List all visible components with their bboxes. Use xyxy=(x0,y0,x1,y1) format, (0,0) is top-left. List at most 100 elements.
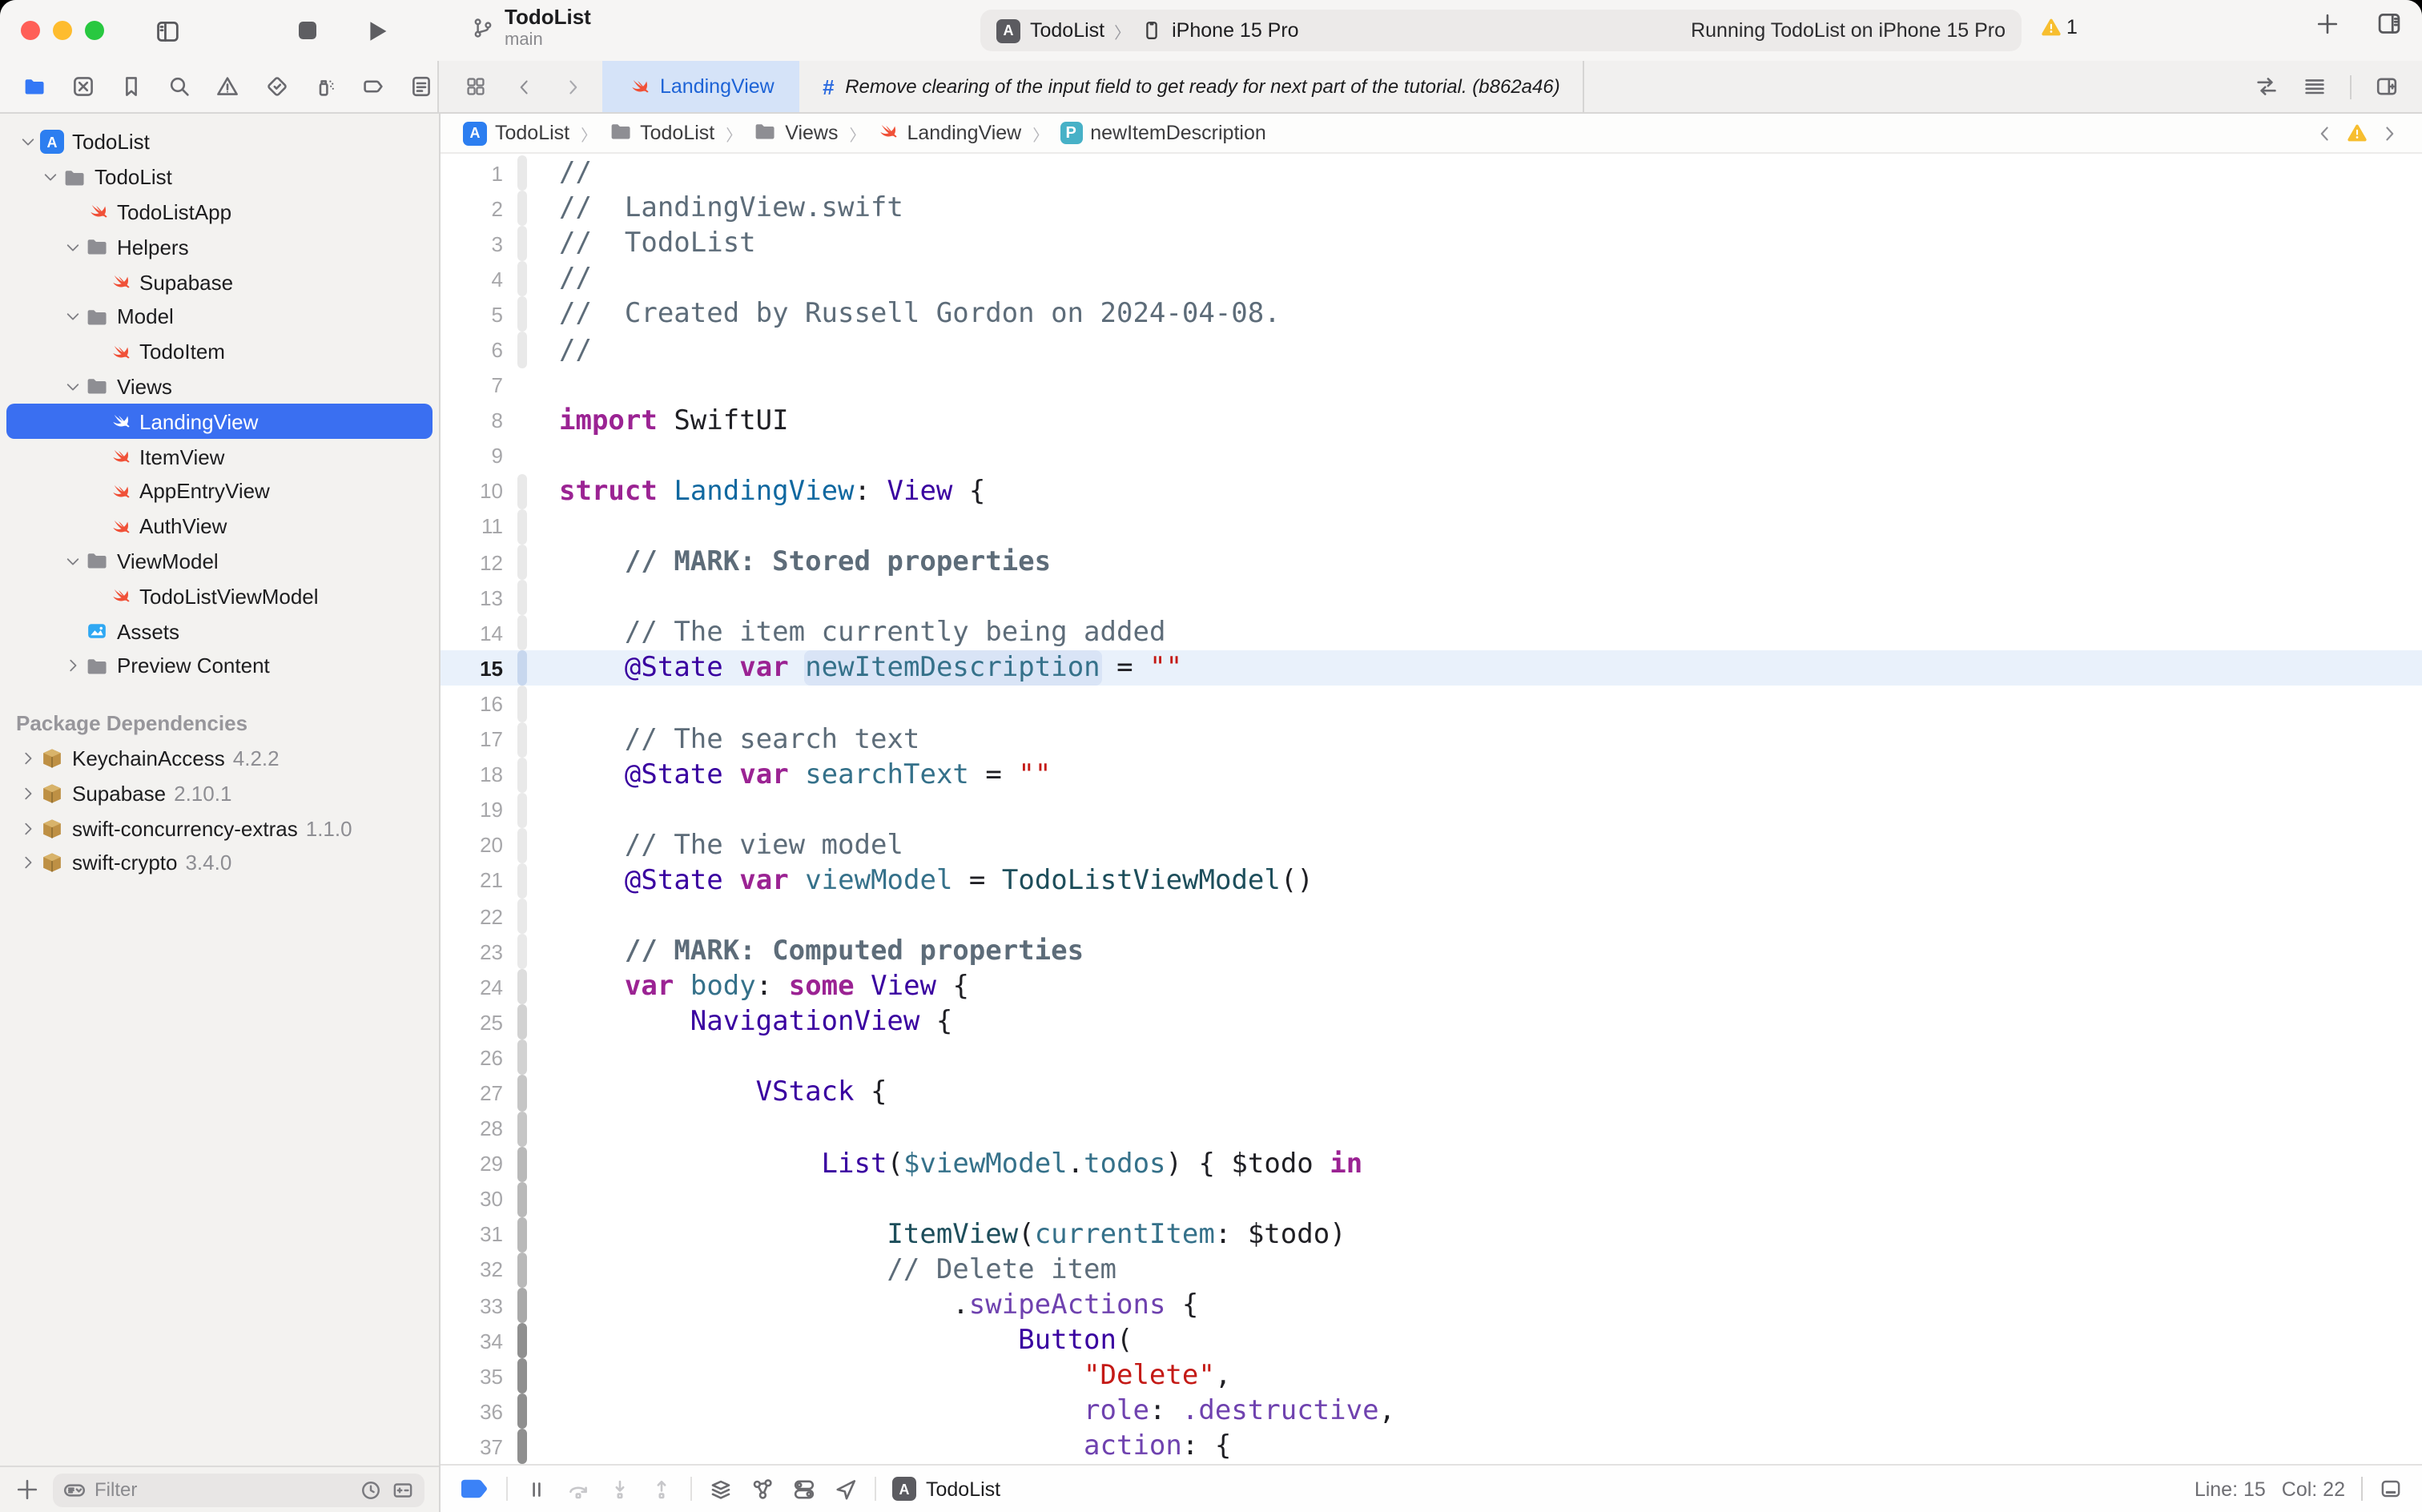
adjust-editor-options-icon[interactable] xyxy=(2302,74,2327,99)
recent-files-icon[interactable] xyxy=(359,1478,383,1502)
fold-ribbon[interactable] xyxy=(517,1358,527,1393)
fold-ribbon[interactable] xyxy=(517,792,527,827)
disclosure-chevron[interactable] xyxy=(16,784,38,802)
code-line-8[interactable]: 8import SwiftUI xyxy=(441,403,2422,438)
line-number[interactable]: 20 xyxy=(441,834,517,858)
fold-ribbon[interactable] xyxy=(517,1288,527,1323)
line-number[interactable]: 2 xyxy=(441,196,517,220)
fold-ribbon[interactable] xyxy=(517,580,527,615)
line-number[interactable]: 21 xyxy=(441,869,517,893)
code-line-30[interactable]: 30 xyxy=(441,1181,2422,1216)
code-line-9[interactable]: 9 xyxy=(441,439,2422,474)
zoom-button[interactable] xyxy=(85,21,104,40)
add-file-button[interactable] xyxy=(14,1477,40,1502)
code-line-22[interactable]: 22 xyxy=(441,899,2422,934)
tests-navigator-icon[interactable] xyxy=(261,67,292,106)
disclosure-chevron[interactable] xyxy=(16,750,38,767)
line-number[interactable]: 32 xyxy=(441,1258,517,1282)
line-number[interactable]: 37 xyxy=(441,1435,517,1459)
code-line-25[interactable]: 25 NavigationView { xyxy=(441,1005,2422,1040)
tree-item-todolist[interactable]: ATodoList xyxy=(6,125,432,160)
disclosure-chevron[interactable] xyxy=(61,308,83,326)
line-number[interactable]: 27 xyxy=(441,1081,517,1105)
code-line-1[interactable]: 1// xyxy=(441,155,2422,191)
code-line-11[interactable]: 11 xyxy=(441,509,2422,545)
package-item-keychainaccess[interactable]: KeychainAccess4.2.2 xyxy=(6,741,432,776)
fold-ribbon[interactable] xyxy=(517,368,527,403)
code-line-2[interactable]: 2// LandingView.swift xyxy=(441,191,2422,226)
line-number[interactable]: 11 xyxy=(441,515,517,539)
toggle-inspector-icon[interactable] xyxy=(2376,10,2403,37)
tree-item-appentryview[interactable]: AppEntryView xyxy=(6,474,432,509)
issues-navigator-icon[interactable] xyxy=(213,67,243,106)
fold-ribbon[interactable] xyxy=(517,1253,527,1288)
fold-ribbon[interactable] xyxy=(517,155,527,191)
fold-ribbon[interactable] xyxy=(517,863,527,899)
code-line-31[interactable]: 31 ItemView(currentItem: $todo) xyxy=(441,1217,2422,1253)
fold-ribbon[interactable] xyxy=(517,828,527,863)
line-number[interactable]: 15 xyxy=(441,657,517,681)
line-number[interactable]: 23 xyxy=(441,939,517,963)
fold-ribbon[interactable] xyxy=(517,1076,527,1111)
tree-item-todolist[interactable]: TodoList xyxy=(6,160,432,195)
fold-ribbon[interactable] xyxy=(517,1111,527,1146)
disclosure-chevron[interactable] xyxy=(38,168,61,186)
add-editor-tab-button[interactable] xyxy=(2315,10,2340,36)
code-line-21[interactable]: 21 @State var viewModel = TodoListViewMo… xyxy=(441,863,2422,899)
tree-item-landingview[interactable]: LandingView xyxy=(6,404,432,440)
stop-button[interactable] xyxy=(287,10,328,51)
tree-item-todolistapp[interactable]: TodoListApp xyxy=(6,195,432,230)
fold-ribbon[interactable] xyxy=(517,509,527,545)
line-number[interactable]: 28 xyxy=(441,1116,517,1140)
code-line-17[interactable]: 17 // The search text xyxy=(441,722,2422,757)
code-line-24[interactable]: 24 var body: some View { xyxy=(441,969,2422,1004)
tree-item-itemview[interactable]: ItemView xyxy=(6,439,432,474)
tree-item-model[interactable]: Model xyxy=(6,300,432,335)
fold-ribbon[interactable] xyxy=(517,545,527,580)
line-number[interactable]: 25 xyxy=(441,1011,517,1035)
view-hierarchy-icon[interactable] xyxy=(708,1476,734,1502)
fold-ribbon[interactable] xyxy=(517,1430,527,1464)
fold-ribbon[interactable] xyxy=(517,722,527,757)
breakpoints-toggle-icon[interactable] xyxy=(460,1478,490,1499)
fold-ribbon[interactable] xyxy=(517,226,527,261)
step-out-icon[interactable] xyxy=(649,1476,674,1502)
code-line-37[interactable]: 37 action: { xyxy=(441,1430,2422,1464)
fold-ribbon[interactable] xyxy=(517,969,527,1004)
tree-item-preview-content[interactable]: Preview Content xyxy=(6,649,432,684)
tree-item-todoitem[interactable]: TodoItem xyxy=(6,335,432,370)
run-button[interactable] xyxy=(357,10,399,51)
code-line-35[interactable]: 35 "Delete", xyxy=(441,1358,2422,1393)
code-line-32[interactable]: 32 // Delete item xyxy=(441,1253,2422,1288)
fold-ribbon[interactable] xyxy=(517,934,527,969)
code-line-12[interactable]: 12 // MARK: Stored properties xyxy=(441,545,2422,580)
line-number[interactable]: 13 xyxy=(441,585,517,609)
fold-ribbon[interactable] xyxy=(517,1394,527,1430)
source-control-navigator-icon[interactable] xyxy=(67,67,98,106)
tree-item-authview[interactable]: AuthView xyxy=(6,509,432,545)
line-number[interactable]: 30 xyxy=(441,1188,517,1212)
fold-ribbon[interactable] xyxy=(517,262,527,297)
pause-icon[interactable] xyxy=(524,1476,549,1502)
tree-item-assets[interactable]: Assets xyxy=(6,613,432,649)
line-number[interactable]: 19 xyxy=(441,798,517,822)
line-number[interactable]: 18 xyxy=(441,762,517,786)
code-line-20[interactable]: 20 // The view model xyxy=(441,828,2422,863)
code-line-27[interactable]: 27 VStack { xyxy=(441,1076,2422,1111)
close-button[interactable] xyxy=(21,21,40,40)
fold-ribbon[interactable] xyxy=(517,439,527,474)
warning-count-badge[interactable]: 1 xyxy=(2041,16,2078,38)
minimize-button[interactable] xyxy=(53,21,72,40)
package-item-swift-concurrency-extras[interactable]: swift-concurrency-extras1.1.0 xyxy=(6,810,432,846)
tree-item-supabase[interactable]: Supabase xyxy=(6,264,432,300)
code-line-7[interactable]: 7 xyxy=(441,368,2422,403)
memory-graph-icon[interactable] xyxy=(750,1476,775,1502)
fold-ribbon[interactable] xyxy=(517,651,527,686)
fold-ribbon[interactable] xyxy=(517,757,527,792)
tree-item-todolistviewmodel[interactable]: TodoListViewModel xyxy=(6,579,432,614)
line-number[interactable]: 9 xyxy=(441,444,517,468)
code-line-4[interactable]: 4// xyxy=(441,262,2422,297)
find-navigator-icon[interactable] xyxy=(164,67,195,106)
code-line-29[interactable]: 29 List($viewModel.todos) { $todo in xyxy=(441,1146,2422,1181)
project-navigator-icon[interactable] xyxy=(19,67,50,106)
